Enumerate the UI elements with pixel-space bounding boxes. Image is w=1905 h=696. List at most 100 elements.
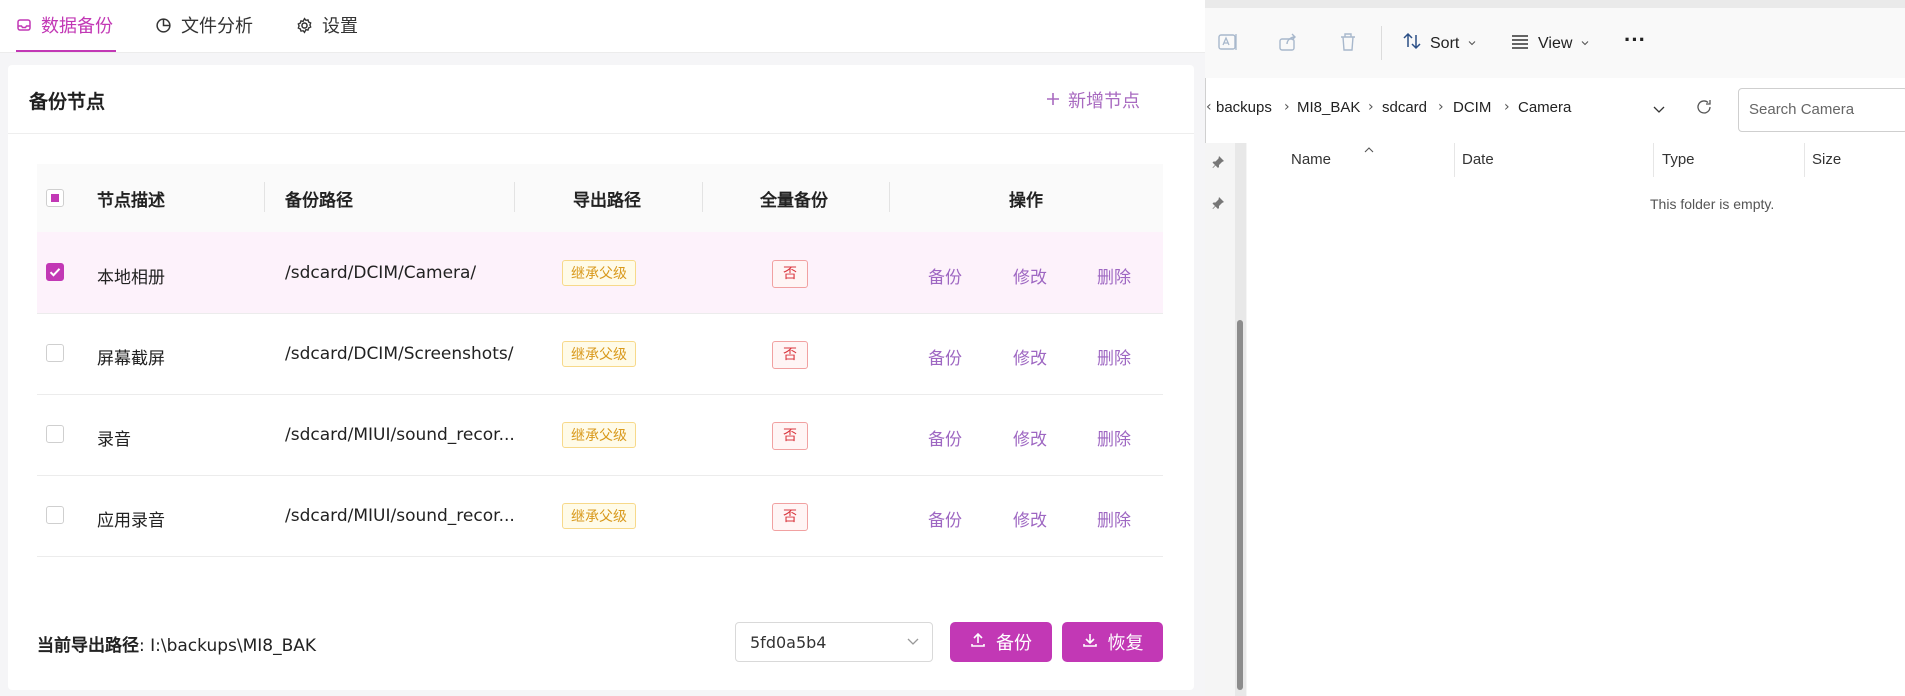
download-icon [1082,632,1098,653]
column-header-description: 节点描述 [97,190,165,211]
rename-icon[interactable] [1217,31,1239,57]
share-icon[interactable] [1277,31,1299,57]
breadcrumb-item[interactable]: Camera [1518,99,1571,116]
row-checkbox[interactable] [46,263,64,281]
row-description: 应用录音 [97,511,165,531]
column-header-actions: 操作 [1009,190,1043,211]
device-select[interactable]: 5fd0a5b4 [735,622,933,662]
empty-folder-message: This folder is empty. [1650,196,1775,212]
row-edit-link[interactable]: 修改 [1013,506,1047,531]
row-backup-link[interactable]: 备份 [928,425,962,450]
view-button[interactable]: View [1510,31,1590,56]
row-description: 屏幕截屏 [97,349,165,369]
row-checkbox[interactable] [46,425,64,443]
column-divider [1653,143,1654,177]
sort-ascending-icon [1364,139,1374,158]
column-header-type[interactable]: Type [1662,151,1695,168]
row-delete-link[interactable]: 删除 [1097,344,1131,369]
search-box[interactable] [1738,88,1905,132]
chevron-down-icon [906,633,920,652]
column-divider [514,182,515,212]
column-header-size[interactable]: Size [1812,151,1841,168]
column-header-export-path: 导出路径 [573,190,641,211]
sort-button[interactable]: Sort [1402,31,1477,56]
column-divider [889,182,890,212]
refresh-icon[interactable] [1695,98,1713,120]
column-header-name[interactable]: Name [1291,151,1331,168]
tab-file-analysis[interactable]: 文件分析 [155,0,253,50]
row-edit-link[interactable]: 修改 [1013,425,1047,450]
breadcrumb-item[interactable]: MI8_BAK [1297,99,1360,116]
scrollbar-thumb[interactable] [1237,320,1243,690]
chevron-right-icon: › [1284,99,1290,115]
chevron-down-icon [1580,35,1590,53]
chevron-right-icon: › [1504,99,1510,115]
full-backup-tag: 否 [772,422,808,450]
row-backup-path: /sdcard/MIUI/sound_recor... [285,506,515,526]
sort-icon [1402,31,1422,56]
row-checkbox[interactable] [46,344,64,362]
delete-icon[interactable] [1337,31,1359,57]
row-delete-link[interactable]: 删除 [1097,263,1131,288]
pin-icon[interactable] [1211,195,1225,214]
inbox-icon [16,17,32,33]
more-label: ··· [1624,27,1646,52]
plus-icon [1046,90,1060,111]
column-divider [1454,143,1455,177]
column-header-backup-path: 备份路径 [285,190,353,211]
breadcrumb-item[interactable]: backups [1216,99,1272,116]
toolbar-divider [1381,26,1382,60]
add-node-button[interactable]: 新增节点 [1046,87,1140,113]
row-edit-link[interactable]: 修改 [1013,344,1047,369]
export-path-tag: 继承父级 [562,260,636,286]
row-delete-link[interactable]: 删除 [1097,506,1131,531]
full-backup-tag: 否 [772,260,808,288]
address-dropdown-icon[interactable] [1652,101,1666,120]
row-backup-path: /sdcard/DCIM/Screenshots/ [285,344,514,364]
tab-settings[interactable]: 设置 [296,0,358,50]
pin-icon[interactable] [1211,154,1225,173]
search-input[interactable] [1747,100,1901,119]
breadcrumb-item[interactable]: sdcard [1382,99,1427,116]
full-backup-tag: 否 [772,503,808,531]
column-header-date[interactable]: Date [1462,151,1494,168]
explorer-title-strip [1205,0,1905,8]
chevron-right-icon: › [1438,99,1444,115]
panel-title: 备份节点 [29,91,106,113]
chevron-right-icon: ‹ [1206,99,1212,115]
column-divider [264,182,265,212]
upload-icon [970,632,986,653]
row-description: 录音 [97,430,131,450]
row-edit-link[interactable]: 修改 [1013,263,1047,288]
more-options-button[interactable]: ··· [1624,27,1646,53]
column-divider [1804,143,1805,177]
row-backup-path: /sdcard/DCIM/Camera/ [285,263,477,283]
tab-label: 文件分析 [181,16,253,37]
full-backup-tag: 否 [772,341,808,369]
backup-button-label: 备份 [996,633,1032,654]
select-all-checkbox[interactable] [46,189,64,207]
restore-button[interactable]: 恢复 [1062,622,1163,662]
view-label: View [1538,34,1573,52]
export-path-tag: 继承父级 [562,422,636,448]
tab-label: 设置 [322,16,358,37]
device-select-value: 5fd0a5b4 [750,633,827,652]
export-path-tag: 继承父级 [562,503,636,529]
gear-icon [296,16,313,34]
row-delete-link[interactable]: 删除 [1097,425,1131,450]
column-divider [702,182,703,212]
restore-button-label: 恢复 [1107,633,1144,654]
pie-chart-icon [155,17,172,34]
breadcrumb-item[interactable]: DCIM [1453,99,1491,116]
backup-button[interactable]: 备份 [950,622,1052,662]
row-checkbox[interactable] [46,506,64,524]
row-backup-link[interactable]: 备份 [928,506,962,531]
view-icon [1510,31,1530,56]
row-backup-link[interactable]: 备份 [928,263,962,288]
divider [8,133,1194,134]
tab-label: 数据备份 [41,16,113,37]
export-path-info: 当前导出路径: I:\backups\MI8_BAK [37,631,316,656]
tab-data-backup[interactable]: 数据备份 [16,0,116,52]
chevron-right-icon: › [1368,99,1374,115]
row-backup-link[interactable]: 备份 [928,344,962,369]
